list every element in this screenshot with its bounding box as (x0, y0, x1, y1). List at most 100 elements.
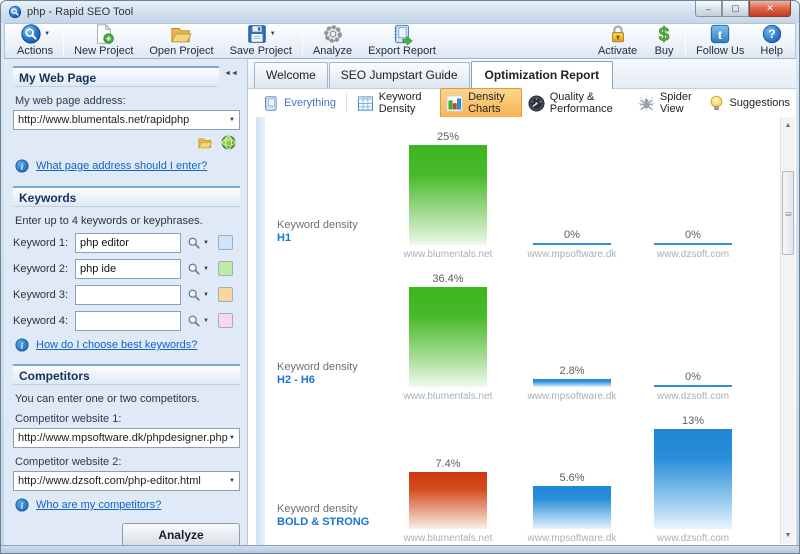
actions-button[interactable]: ▼ Actions (9, 24, 61, 58)
keyword-row: Keyword 3: ▼ (13, 284, 240, 305)
chevron-down-icon: ▼ (203, 318, 209, 324)
competitor-2-combobox[interactable]: http://www.dzsoft.com/php-editor.html ▼ (13, 471, 240, 491)
padlock-icon (607, 24, 629, 44)
bar-column: 5.6% (533, 472, 611, 529)
bar-column: 13% (654, 415, 732, 529)
density-bar (409, 472, 487, 529)
filter-suggestions[interactable]: Suggestions (703, 92, 796, 115)
filter-spider-view[interactable]: Spider View (632, 88, 704, 118)
report-filter-bar: Everything Keyword Density Density Chart… (248, 89, 796, 117)
open-in-browser-globe-icon[interactable] (221, 135, 236, 150)
scroll-down-arrow-icon[interactable]: ▼ (781, 528, 795, 543)
help-button[interactable]: ? Help (752, 24, 791, 58)
minimize-button[interactable]: – (695, 1, 722, 17)
filter-keyword-density[interactable]: Keyword Density (351, 88, 440, 118)
keywords-help-link[interactable]: How do I choose best keywords? (36, 339, 197, 351)
analyze-button[interactable]: Analyze (122, 523, 240, 545)
browse-folder-icon[interactable] (197, 135, 213, 150)
chart-row-bold-strong: Keyword density BOLD & STRONG 7.4% www.b… (265, 403, 778, 545)
keyword-1-color-swatch[interactable] (218, 235, 233, 250)
keyword-3-color-swatch[interactable] (218, 287, 233, 302)
filter-everything[interactable]: Everything (256, 92, 342, 115)
tab-strip: Welcome SEO Jumpstart Guide Optimization… (248, 59, 796, 89)
open-project-button[interactable]: Open Project (141, 24, 221, 58)
maximize-button[interactable]: ▢ (722, 1, 749, 17)
competitor-1-combobox[interactable]: http://www.mpsoftware.dk/phpdesigner.php… (13, 428, 240, 448)
keyword-4-input[interactable] (75, 311, 181, 331)
web-page-address-combobox[interactable]: http://www.blumentals.net/rapidphp ▼ (13, 110, 240, 130)
chevron-down-icon: ▼ (229, 117, 235, 123)
filter-quality-performance[interactable]: Quality & Performance (522, 88, 632, 118)
toolbar-separator (63, 27, 64, 55)
bar-value-label: 7.4% (435, 458, 460, 470)
question-icon: ? (761, 24, 783, 44)
activate-button[interactable]: Activate (590, 24, 645, 58)
keyword-search-button[interactable]: ▼ (187, 262, 209, 276)
keyword-row: Keyword 1: php editor ▼ (13, 232, 240, 253)
chevron-down-icon: ▼ (203, 266, 209, 272)
window-title: php - Rapid SEO Tool (27, 6, 133, 18)
bar-column: 7.4% (409, 458, 487, 529)
bar-value-label: 2.8% (559, 365, 584, 377)
buy-button[interactable]: $ Buy (645, 24, 683, 58)
bar-chart-icon (446, 95, 463, 112)
tab-optimization-report[interactable]: Optimization Report (471, 61, 614, 89)
filter-density-charts[interactable]: Density Charts (440, 88, 522, 118)
main-content: Welcome SEO Jumpstart Guide Optimization… (248, 59, 796, 545)
gear-icon (322, 24, 344, 44)
vertical-scrollbar[interactable]: ▲ ▼ (780, 117, 795, 544)
bar-column: 2.8% (533, 365, 611, 387)
scroll-up-arrow-icon[interactable]: ▲ (781, 118, 795, 133)
keyword-search-button[interactable]: ▼ (187, 314, 209, 328)
keyword-4-color-swatch[interactable] (218, 313, 233, 328)
chevron-down-icon: ▼ (270, 31, 276, 37)
bar-column: 25% (409, 131, 487, 245)
new-project-button[interactable]: New Project (66, 24, 141, 58)
svg-text:$: $ (659, 24, 670, 45)
keyword-3-input[interactable] (75, 285, 181, 305)
bar-value-label: 0% (564, 229, 580, 241)
competitor-1-label: Competitor website 1: (15, 413, 238, 425)
keyword-1-input[interactable]: php editor (75, 233, 181, 253)
main-toolbar: ▼ Actions New Project Open Project ▼ Sav… (4, 23, 796, 59)
site-label: www.dzsoft.com (613, 391, 773, 402)
section-header-competitors: Competitors (13, 364, 240, 385)
follow-us-button[interactable]: t Follow Us (688, 24, 752, 58)
chart-row-h2-h6: Keyword density H2 - H6 36.4% www.blumen… (265, 261, 778, 403)
keyword-2-input[interactable]: php ide (75, 259, 181, 279)
tab-welcome[interactable]: Welcome (254, 62, 328, 88)
export-report-button[interactable]: Export Report (360, 24, 444, 58)
page-address-help-link[interactable]: What page address should I enter? (36, 160, 207, 172)
export-report-icon (390, 24, 414, 44)
analyze-toolbar-button[interactable]: Analyze (305, 24, 360, 58)
toolbar-separator (302, 27, 303, 55)
info-icon: i (15, 159, 29, 173)
title-bar: php - Rapid SEO Tool – ▢ ✕ (1, 1, 799, 23)
bar-value-label: 0% (685, 371, 701, 383)
chevron-down-icon: ▼ (203, 292, 209, 298)
chart-row-h1: Keyword density H1 25% www.blumentals.ne… (265, 119, 778, 261)
open-project-icon (169, 24, 193, 44)
collapse-sidebar-button[interactable]: ◄◄ (222, 66, 240, 82)
chevron-down-icon: ▼ (229, 435, 235, 441)
section-header-my-web-page: My Web Page (13, 66, 219, 87)
window-bottom-frame (1, 545, 799, 553)
chevron-down-icon: ▼ (203, 240, 209, 246)
competitors-help-link[interactable]: Who are my competitors? (36, 499, 161, 511)
keyword-search-button[interactable]: ▼ (187, 288, 209, 302)
keyword-search-button[interactable]: ▼ (187, 236, 209, 250)
bar-value-label: 36.4% (432, 273, 463, 285)
tab-seo-jumpstart-guide[interactable]: SEO Jumpstart Guide (329, 62, 470, 88)
chart-row-label: Keyword density BOLD & STRONG (277, 503, 369, 529)
density-bar (409, 287, 487, 387)
keyword-row: Keyword 4: ▼ (13, 310, 240, 331)
notebook-icon (262, 95, 279, 112)
bar-column: 0% (654, 229, 732, 245)
toolbar-separator (685, 27, 686, 55)
filter-separator (346, 94, 347, 112)
keyword-2-color-swatch[interactable] (218, 261, 233, 276)
info-icon: i (15, 338, 29, 352)
close-button[interactable]: ✕ (749, 1, 791, 17)
save-project-button[interactable]: ▼ Save Project (222, 24, 300, 58)
scrollbar-thumb[interactable] (782, 171, 794, 255)
